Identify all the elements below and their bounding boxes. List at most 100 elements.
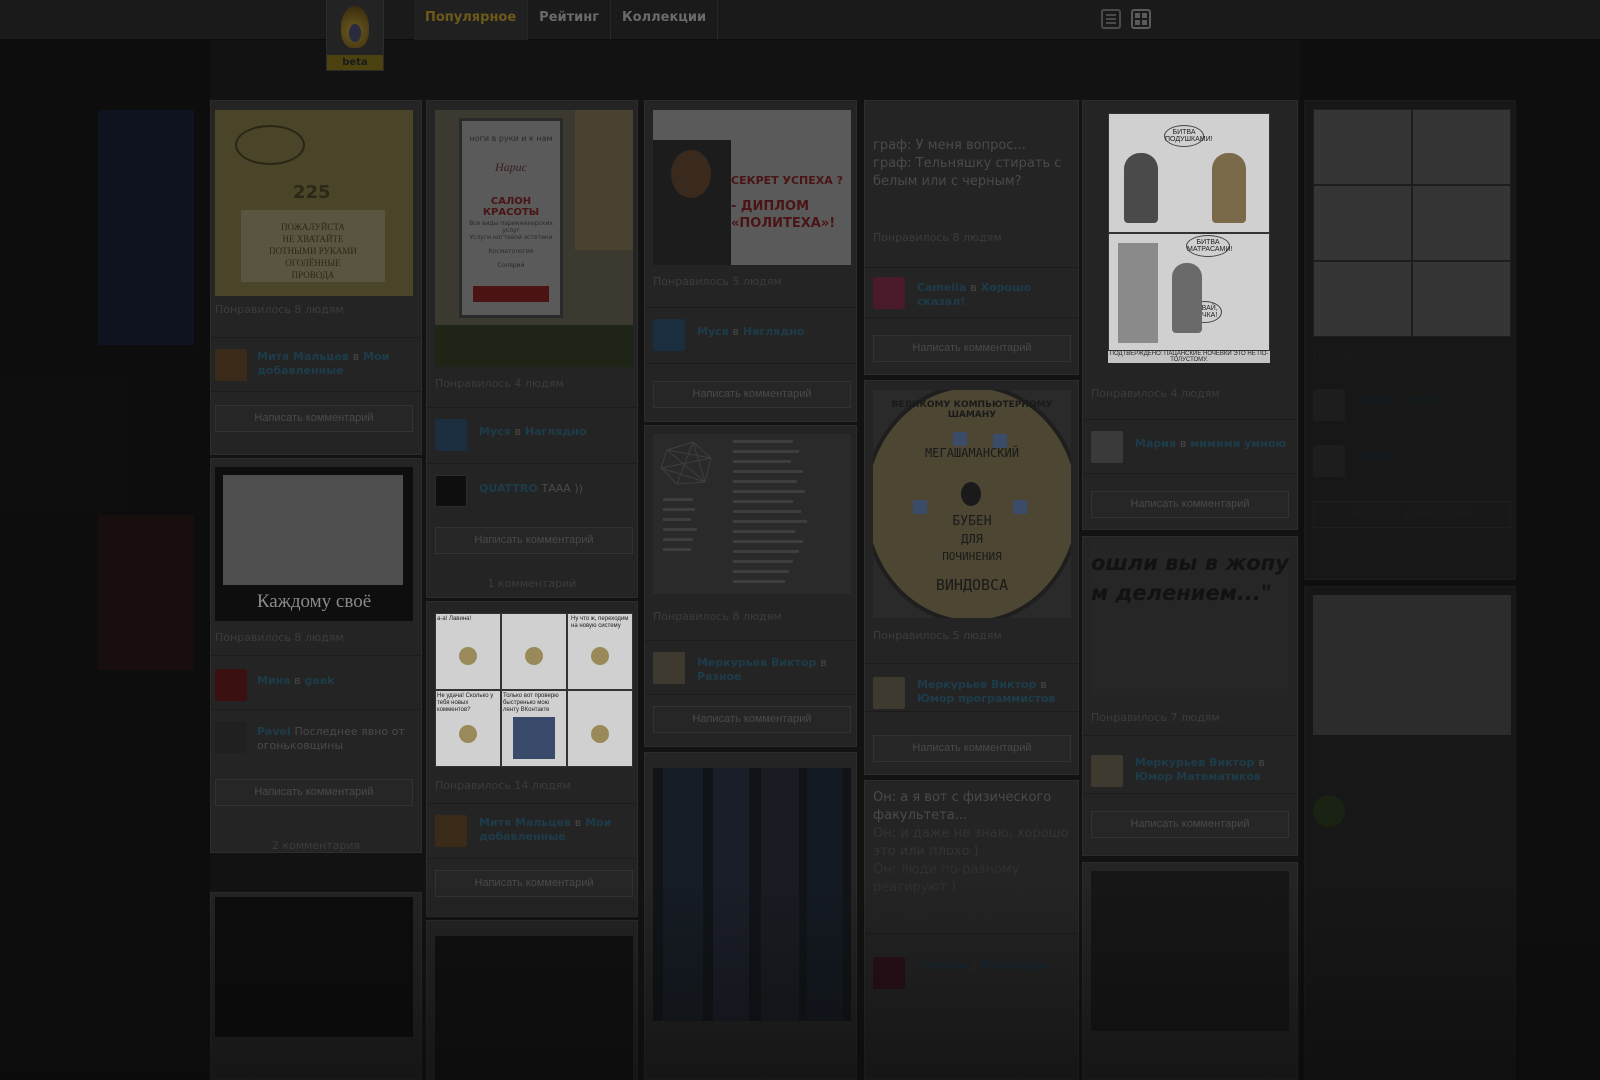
avatar[interactable] [1313, 389, 1345, 421]
grid-view-icon[interactable] [1131, 9, 1151, 29]
write-comment-button[interactable]: Написать комментарий [653, 381, 851, 408]
post-image-comic[interactable] [1313, 109, 1511, 337]
top-bar: beta Популярное Рейтинг Коллекции [0, 0, 1600, 71]
comment: Муся в Наглядно [479, 425, 587, 438]
collection-link[interactable]: мимими умною [1190, 437, 1286, 450]
avatar[interactable] [435, 419, 467, 451]
comment: Evbytz в asd [1357, 393, 1435, 406]
write-comment-button[interactable]: Написать комментарий [435, 527, 633, 554]
post-image-tambourine[interactable]: ВЕЛИКОМУ КОМПЬЮТЕРНОМУ ШАМАНУ МЕГАШАМАНС… [873, 390, 1071, 618]
write-comment-button[interactable]: Написать комментарий [1091, 811, 1289, 838]
avatar[interactable] [215, 721, 247, 753]
comment-user-link[interactable]: Camelia [917, 281, 966, 294]
likes-count: Понравилось 8 людям [873, 231, 1002, 244]
avatar[interactable] [873, 277, 905, 309]
tambourine-text: ДЛЯ [961, 532, 983, 546]
comment-user-link[interactable]: Меркурьев Виктор [1135, 756, 1254, 769]
comment-count-link[interactable]: 2 комментария [1305, 545, 1515, 558]
write-comment-button[interactable]: Написать комментарий [215, 779, 413, 806]
post-image-comic-strip[interactable]: БИТВА ПОДУШКАМИ! БИТВА МАТРАСАМИ! ДАВАЙ,… [1108, 113, 1270, 363]
avatar[interactable] [435, 475, 467, 507]
post-image-billboard[interactable]: ноги в руки и к нам Нарис САЛОН КРАСОТЫ … [435, 110, 633, 367]
likes-count: Понравилось 8 людям [215, 303, 344, 316]
collection-link[interactable]: Разговоры [981, 959, 1049, 972]
list-view-icon[interactable] [1101, 9, 1121, 29]
post-image-comic[interactable] [1313, 595, 1511, 735]
post-image[interactable] [215, 897, 413, 1037]
avatar[interactable] [1313, 445, 1345, 477]
billboard-text: Услуги ногтевой эстетики [469, 234, 553, 241]
post-image-diagram[interactable] [653, 434, 851, 594]
avatar[interactable] [1313, 795, 1345, 827]
tab-rating[interactable]: Рейтинг [528, 0, 612, 40]
tambourine-text: ПОЧИНЕНИЯ [942, 550, 1002, 563]
comment-user-link[interactable]: Миня [257, 674, 290, 687]
comment-count-link[interactable]: 2 комментария [211, 839, 421, 852]
write-comment-button[interactable]: Написать комментарий [873, 735, 1071, 762]
post-image-screenshot[interactable]: Каждому своё [215, 467, 413, 621]
likes-count: Понравилось 14 людям [435, 779, 571, 792]
collection-link[interactable]: geek [305, 674, 335, 687]
post-card: СЕКРЕТ УСПЕХА ? - ДИПЛОМ «ПОЛИТЕХА»! Пон… [644, 100, 857, 422]
post-image[interactable] [435, 936, 633, 1080]
write-comment-button[interactable]: Написать комментарий [435, 870, 633, 897]
collection-link[interactable]: Юмор программистов [917, 692, 1055, 705]
comment-user-link[interactable]: Меркурьев Виктор [697, 656, 816, 669]
post-card [1082, 862, 1298, 1080]
comment-user-link[interactable]: Evbytz [1357, 393, 1398, 406]
likes-count: Понравилось 6 людям [873, 913, 1002, 926]
partial-image-left-2[interactable] [98, 515, 194, 670]
comment-user-link[interactable]: Митя Мальцев [257, 350, 349, 363]
post-quote: Он: а я вот с физического факультета... … [873, 790, 1069, 895]
comment-user-link[interactable]: Меркурьев Виктор [917, 678, 1036, 691]
write-comment-button[interactable]: Написать комментарий [653, 706, 851, 733]
avatar[interactable] [873, 957, 905, 989]
tab-popular[interactable]: Популярное [414, 0, 529, 40]
avatar[interactable] [1091, 431, 1123, 463]
avatar[interactable] [435, 815, 467, 847]
post-image-sign[interactable]: 225 ПОЖАЛУЙСТА НЕ ХВАТАЙТЕ ПОТНЫМИ РУКАМ… [215, 110, 413, 296]
billboard-text: Солярий [497, 262, 525, 269]
comment: Pavel Последнее явно от огоньковщины [257, 725, 405, 752]
write-comment-button[interactable]: Написать комментарий [215, 405, 413, 432]
avatar[interactable] [653, 319, 685, 351]
post-image-poster[interactable]: СЕКРЕТ УСПЕХА ? - ДИПЛОМ «ПОЛИТЕХА»! [653, 110, 851, 265]
post-card: Понравилось 9 людям Evbytz в asd Evbytz … [1304, 100, 1516, 580]
collection-link[interactable]: asd [1413, 393, 1435, 406]
avatar[interactable] [873, 677, 905, 709]
post-image-bottles[interactable] [653, 768, 851, 1021]
avatar[interactable] [215, 349, 247, 381]
site-logo[interactable]: beta [326, 0, 384, 71]
comment-user-link[interactable]: Митя Мальцев [479, 816, 571, 829]
avatar[interactable] [1091, 755, 1123, 787]
partial-image-left-1[interactable] [98, 110, 194, 345]
comment-user-link[interactable]: Мария [1135, 437, 1176, 450]
collection-link[interactable]: Наглядно [743, 325, 805, 338]
post-image-text[interactable]: ошли вы в жопу с м делением..." [1091, 545, 1289, 695]
post-image[interactable] [1091, 871, 1289, 1031]
comic-bubble: БИТВА МАТРАСАМИ! [1186, 235, 1232, 257]
comment-user-link[interactable]: Camelia [917, 959, 966, 972]
comic-caption: ПОДТВЕРЖДЕНО: ПАЦАНСКИЕ НОЧЕВКИ ЭТО НЕ П… [1109, 351, 1269, 363]
comment-user-link[interactable]: Evbytz [1357, 449, 1398, 462]
write-comment-button[interactable]: Написать комментарий [1313, 501, 1511, 528]
comment-user-link[interactable]: QUATTRO [479, 482, 538, 495]
comment-user-link[interactable]: Муся [479, 425, 511, 438]
comment-user-link[interactable]: Pavel [257, 725, 291, 738]
collection-link[interactable]: Юмор Математиков [1135, 770, 1261, 783]
write-comment-button[interactable]: Написать комментарий [873, 335, 1071, 362]
post-image-comic[interactable]: а-а! Лавина! Ну что ж, переходим на нову… [435, 613, 633, 767]
collection-link[interactable]: Наглядно [525, 425, 587, 438]
comment: Митя Мальцев в Мои добавленные [257, 350, 390, 377]
comment: Меркурьев Виктор в Юмор Математиков [1135, 756, 1265, 783]
collection-link[interactable]: Разное [697, 670, 742, 683]
post-quote: граф: У меня вопрос... граф: Тельняшку с… [873, 138, 1062, 189]
comment-count-link[interactable]: 1 комментарий [427, 577, 637, 590]
comment: Мария в мимими умною [1135, 437, 1287, 450]
avatar[interactable] [215, 669, 247, 701]
comment-user-link[interactable]: Муся [697, 325, 729, 338]
avatar[interactable] [653, 652, 685, 684]
write-comment-button[interactable]: Написать комментарий [1091, 491, 1289, 518]
post-card: ноги в руки и к нам Нарис САЛОН КРАСОТЫ … [426, 100, 638, 598]
tab-collections[interactable]: Коллекции [611, 0, 719, 40]
